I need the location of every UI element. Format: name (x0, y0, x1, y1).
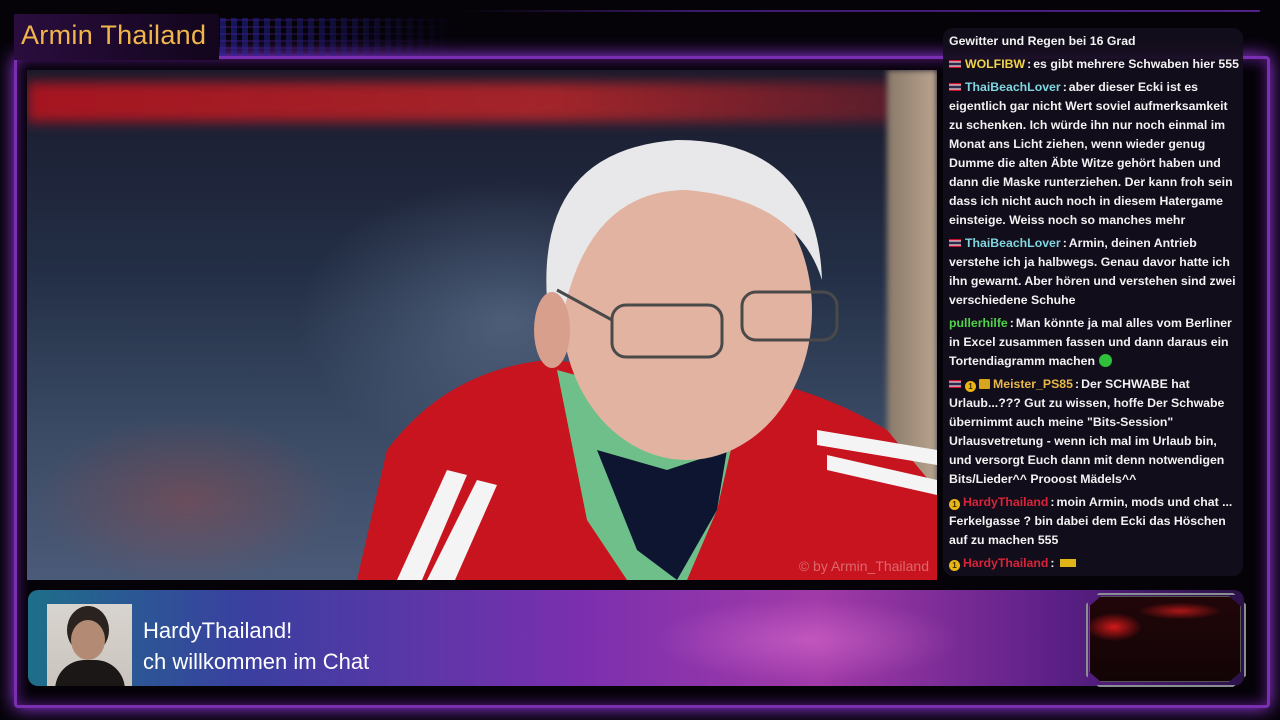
chat-separator: : (1050, 495, 1055, 509)
title-glitch-decoration (220, 18, 460, 56)
chat-text: es gibt mehrere Schwaben hier 555 (1033, 57, 1239, 71)
chat-username[interactable]: Meister_PS85 (993, 377, 1073, 391)
chat-message: 1 HardyThailand: (949, 554, 1241, 573)
chat-message: ThaiBeachLover: aber dieser Ecki ist es e… (949, 78, 1241, 230)
chat-separator: : (1074, 377, 1080, 391)
banner-welcome-text: ch willkommen im Chat (143, 649, 370, 674)
chat-message: ThaiBeachLover: Armin, deinen Antrieb ver… (949, 234, 1241, 310)
chat-separator: : (1050, 556, 1055, 570)
webcam-video: © by Armin_Thailand (27, 70, 937, 580)
chat-text: aber dieser Ecki ist es eigentlich gar n… (949, 80, 1233, 227)
chat-panel: Gewitter und Regen bei 16 Grad WOLFIBW: e… (943, 28, 1243, 576)
badge-icon: 1 (949, 499, 960, 510)
chat-message-list: Gewitter und Regen bei 16 Grad WOLFIBW: e… (949, 32, 1241, 576)
chat-text: Der SCHWABE hat Urlaub...??? Gut zu wiss… (949, 377, 1225, 486)
chat-separator: : (1062, 80, 1067, 94)
flag-icon (949, 380, 961, 388)
room-camera-frame (1086, 593, 1246, 687)
chat-message: 1 Meister_PS85: Der SCHWABE hat Urlaub...?… (949, 375, 1241, 489)
crown-badge-icon (979, 379, 990, 389)
welcome-banner: HardyThailand! ch willkommen im Chat (28, 590, 1244, 686)
chat-username[interactable]: HardyThailand (963, 556, 1048, 570)
chat-message: 1 HardyThailand: moin Armin, mods und chat… (949, 493, 1241, 550)
stream-title: Armin Thailand (21, 20, 207, 50)
avatar (47, 604, 132, 686)
badge-icon: 1 (965, 381, 976, 392)
streamer-figure (357, 140, 937, 580)
avatar-body (55, 660, 125, 686)
webcam-watermark: © by Armin_Thailand (798, 558, 929, 574)
chat-message: WOLFIBW: es gibt mehrere Schwaben hier 55… (949, 55, 1241, 74)
top-decorative-line (460, 10, 1260, 12)
chat-username[interactable]: HardyThailand (963, 495, 1048, 509)
avatar-head (71, 620, 105, 660)
banner-username: HardyThailand! (143, 618, 293, 643)
flag-icon (949, 60, 961, 68)
flag-icon (949, 83, 961, 91)
chat-message: pullerhilfe: Man könnte ja mal alles vom … (949, 314, 1241, 371)
chat-separator: : (1009, 316, 1014, 330)
chat-username[interactable]: pullerhilfe (949, 316, 1008, 330)
badge-icon: 1 (949, 560, 960, 571)
chat-separator: : (1062, 236, 1067, 250)
flag-icon (949, 239, 961, 247)
chat-separator: : (1027, 57, 1032, 71)
bits-icon (1059, 559, 1076, 567)
chat-username[interactable]: ThaiBeachLover (965, 236, 1061, 250)
emote-icon (1099, 354, 1113, 367)
chat-line-weather: Gewitter und Regen bei 16 Grad (949, 34, 1136, 48)
ear (534, 292, 570, 368)
chat-username[interactable]: WOLFIBW (965, 57, 1025, 71)
chat-username[interactable]: ThaiBeachLover (965, 80, 1061, 94)
